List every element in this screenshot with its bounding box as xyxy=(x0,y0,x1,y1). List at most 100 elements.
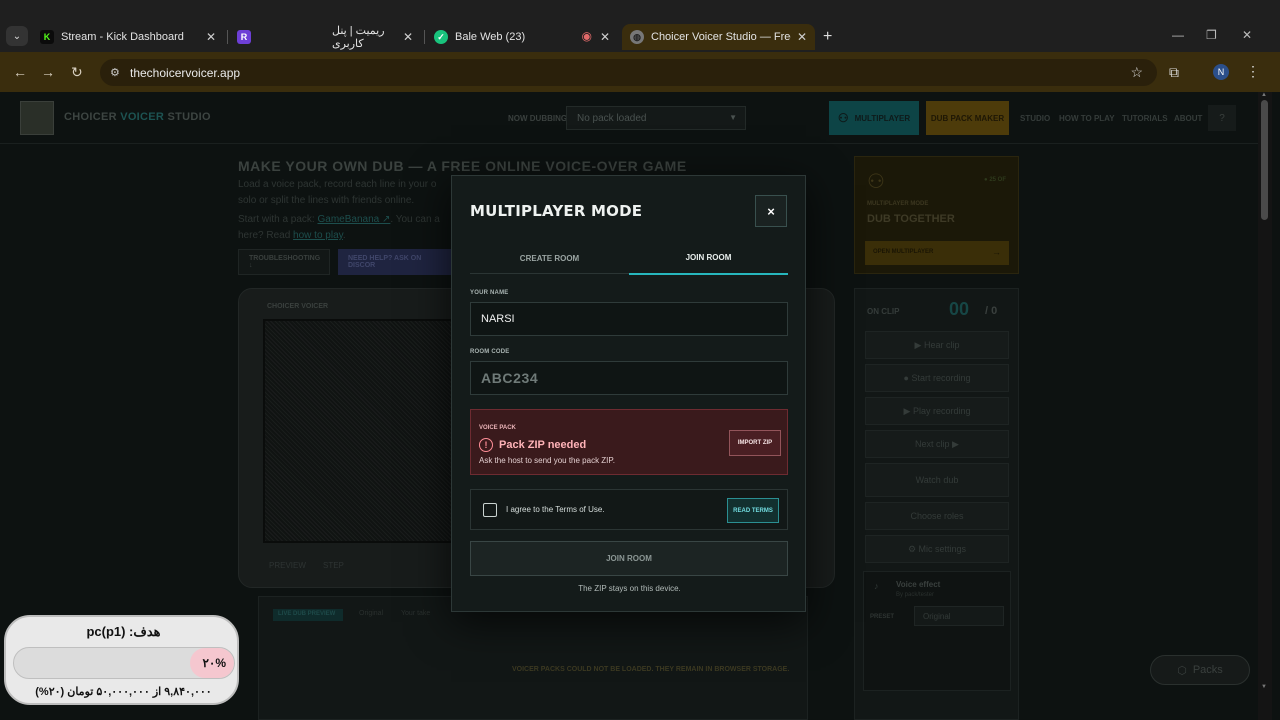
scroll-down-icon[interactable]: ▼ xyxy=(1261,684,1267,690)
nav-about[interactable]: ABOUT xyxy=(1174,114,1202,123)
close-window-icon[interactable]: ✕ xyxy=(1242,28,1252,42)
now-dubbing-label: NOW DUBBING xyxy=(508,114,568,123)
join-room-button[interactable]: JOIN ROOM xyxy=(470,541,788,576)
voice-pack-subtitle: Ask the host to send you the pack ZIP. xyxy=(479,456,615,465)
voice-pack-alert: VOICE PACK ! Pack ZIP needed Ask the hos… xyxy=(470,409,788,475)
gamebanana-link[interactable]: GameBanana ↗ xyxy=(317,214,390,225)
donation-goal-widget: هدف: pc(p1) ۲۰% ۹,۸۴۰,۰۰۰ از ۵۰,۰۰۰,۰۰۰ … xyxy=(4,615,239,705)
watch-dub-button[interactable]: Watch dub xyxy=(865,463,1009,497)
multiplayer-nav-button[interactable]: ⚇ MULTIPLAYER xyxy=(829,101,919,135)
dub-pack-maker-button[interactable]: DUB PACK MAKER xyxy=(926,101,1009,135)
voice-pack-label: VOICE PACK xyxy=(479,425,516,431)
address-bar[interactable]: ⚙ thechoicervoicer.app ☆ xyxy=(100,59,1157,86)
extensions-icon[interactable]: ⧉ xyxy=(1169,64,1179,81)
tab-bale-web[interactable]: ✓ Bale Web (23) ◉ ✕ xyxy=(426,24,618,50)
choose-roles-button[interactable]: Choose roles xyxy=(865,502,1009,530)
tab-kick-dashboard[interactable]: K Stream - Kick Dashboard ✕ xyxy=(32,24,224,50)
close-icon[interactable]: ✕ xyxy=(797,30,807,44)
hero-text-part: . You can a xyxy=(390,214,440,225)
preview-option[interactable]: Your take xyxy=(401,610,430,617)
site-header: CHOICER VOICER STUDIO NOW DUBBING No pac… xyxy=(0,92,1258,144)
reload-icon[interactable]: ↻ xyxy=(71,64,83,81)
browser-tab-strip: ⌄ K Stream - Kick Dashboard ✕ R ریمیت | … xyxy=(0,0,1280,52)
close-icon[interactable]: ✕ xyxy=(403,30,413,44)
mic-icon: ♪ xyxy=(874,581,879,591)
scrollbar-thumb[interactable] xyxy=(1261,100,1268,220)
chevron-down-icon: ▼ xyxy=(729,113,737,122)
tv-control-label[interactable]: PREVIEW xyxy=(269,561,306,570)
new-tab-button[interactable]: + xyxy=(823,28,832,46)
terms-checkbox[interactable] xyxy=(483,503,497,517)
tv-control-label[interactable]: STEP xyxy=(323,561,344,570)
button-label: Packs xyxy=(1192,664,1223,676)
tab-create-room[interactable]: CREATE ROOM xyxy=(470,242,629,274)
nav-tutorials[interactable]: TUTORIALS xyxy=(1122,114,1168,123)
site-info-icon[interactable]: ⚙ xyxy=(110,66,120,79)
tv-label: CHOICER VOICER xyxy=(267,303,329,310)
read-terms-button[interactable]: READ TERMS xyxy=(727,498,779,523)
nav-how-to-play[interactable]: HOW TO PLAY xyxy=(1059,114,1115,123)
online-count: ● 25 OF xyxy=(984,177,1006,183)
site-logo-text[interactable]: CHOICER VOICER STUDIO xyxy=(64,111,211,123)
pack-select[interactable]: No pack loaded ▼ xyxy=(566,106,746,130)
packs-button[interactable]: ⬡ Packs xyxy=(1150,655,1250,685)
mic-settings-button[interactable]: ⚙ Mic settings xyxy=(865,535,1009,563)
restore-icon[interactable]: ❐ xyxy=(1206,28,1217,42)
how-to-play-link[interactable]: how to play xyxy=(293,230,343,241)
page-scrollbar[interactable]: ▲ ▼ xyxy=(1258,92,1272,720)
back-icon[interactable]: ← xyxy=(13,64,27,80)
bookmark-star-icon[interactable]: ☆ xyxy=(1130,64,1143,81)
hero-text: Load a voice pack, record each line in y… xyxy=(238,179,437,190)
logo-text-highlight: VOICER xyxy=(120,111,165,123)
hear-clip-button[interactable]: ▶ Hear clip xyxy=(865,331,1009,359)
profile-avatar[interactable]: N xyxy=(1213,64,1229,80)
tab-search-button[interactable]: ⌄ xyxy=(6,26,28,46)
discord-help-button[interactable]: NEED HELP? ASK ON DISCOR xyxy=(338,249,458,275)
open-multiplayer-button[interactable]: OPEN MULTIPLAYER → xyxy=(865,241,1009,265)
play-recording-button[interactable]: ▶ Play recording xyxy=(865,397,1009,425)
video-static-screen[interactable] xyxy=(263,319,463,543)
room-code-input[interactable]: ABC234 xyxy=(470,361,788,395)
logo-text-part: CHOICER xyxy=(64,111,121,123)
terms-label[interactable]: I agree to the Terms of Use. xyxy=(506,505,605,514)
tab-title: ریمیت | پنل کاربری xyxy=(332,25,385,50)
next-clip-button[interactable]: Next clip ▶ xyxy=(865,430,1009,458)
help-button[interactable]: ? xyxy=(1208,105,1236,131)
terms-row: I agree to the Terms of Use. READ TERMS xyxy=(470,489,788,530)
forward-icon[interactable]: → xyxy=(41,64,55,80)
your-name-input[interactable]: NARSI xyxy=(470,302,788,336)
voice-effect-title: Voice effect xyxy=(896,580,941,589)
tab-choicer-voicer[interactable]: ◍ Choicer Voicer Studio — Free O ✕ xyxy=(622,24,815,50)
tab-remit[interactable]: R ریمیت | پنل کاربری ✕ xyxy=(229,24,421,50)
nav-studio[interactable]: STUDIO xyxy=(1020,114,1050,123)
pack-select-value: No pack loaded xyxy=(577,113,647,124)
tab-join-room[interactable]: JOIN ROOM xyxy=(629,242,788,275)
troubleshooting-button[interactable]: TROUBLESHOOTING ↓ xyxy=(238,249,330,275)
remit-icon: R xyxy=(237,30,251,44)
hero-text-part: Start with a pack: xyxy=(238,214,318,225)
preset-select[interactable]: Original xyxy=(914,606,1004,626)
start-recording-button[interactable]: ● Start recording xyxy=(865,364,1009,392)
url-text: thechoicervoicer.app xyxy=(130,66,241,80)
clip-control-panel: ON CLIP 00 / 0 ▶ Hear clip ● Start recor… xyxy=(854,288,1019,720)
tab-title: Stream - Kick Dashboard xyxy=(61,31,184,43)
on-clip-label: ON CLIP xyxy=(867,307,900,316)
close-icon[interactable]: ✕ xyxy=(206,30,216,44)
import-zip-button[interactable]: IMPORT ZIP xyxy=(729,430,781,456)
button-label: OPEN MULTIPLAYER xyxy=(873,249,934,255)
close-button[interactable]: × xyxy=(755,195,787,227)
preset-label: PRESET xyxy=(870,614,895,620)
site-logo-image[interactable] xyxy=(20,101,54,135)
close-icon[interactable]: ✕ xyxy=(600,30,610,44)
users-icon: ⚇ xyxy=(837,111,849,125)
goal-progress-bar: ۲۰% xyxy=(13,647,235,679)
preview-option[interactable]: Original xyxy=(359,610,383,617)
preview-tag: LIVE DUB PREVIEW xyxy=(273,609,343,621)
minimize-icon[interactable]: — xyxy=(1172,28,1184,42)
tab-title: Bale Web (23) xyxy=(455,31,526,43)
browser-menu-icon[interactable]: ⋮ xyxy=(1246,63,1260,80)
logo-text-part: STUDIO xyxy=(164,111,211,123)
scroll-up-icon[interactable]: ▲ xyxy=(1261,92,1267,98)
multiplayer-modal: MULTIPLAYER MODE × CREATE ROOM JOIN ROOM… xyxy=(451,175,806,612)
hero-text: solo or split the lines with friends onl… xyxy=(238,195,415,206)
